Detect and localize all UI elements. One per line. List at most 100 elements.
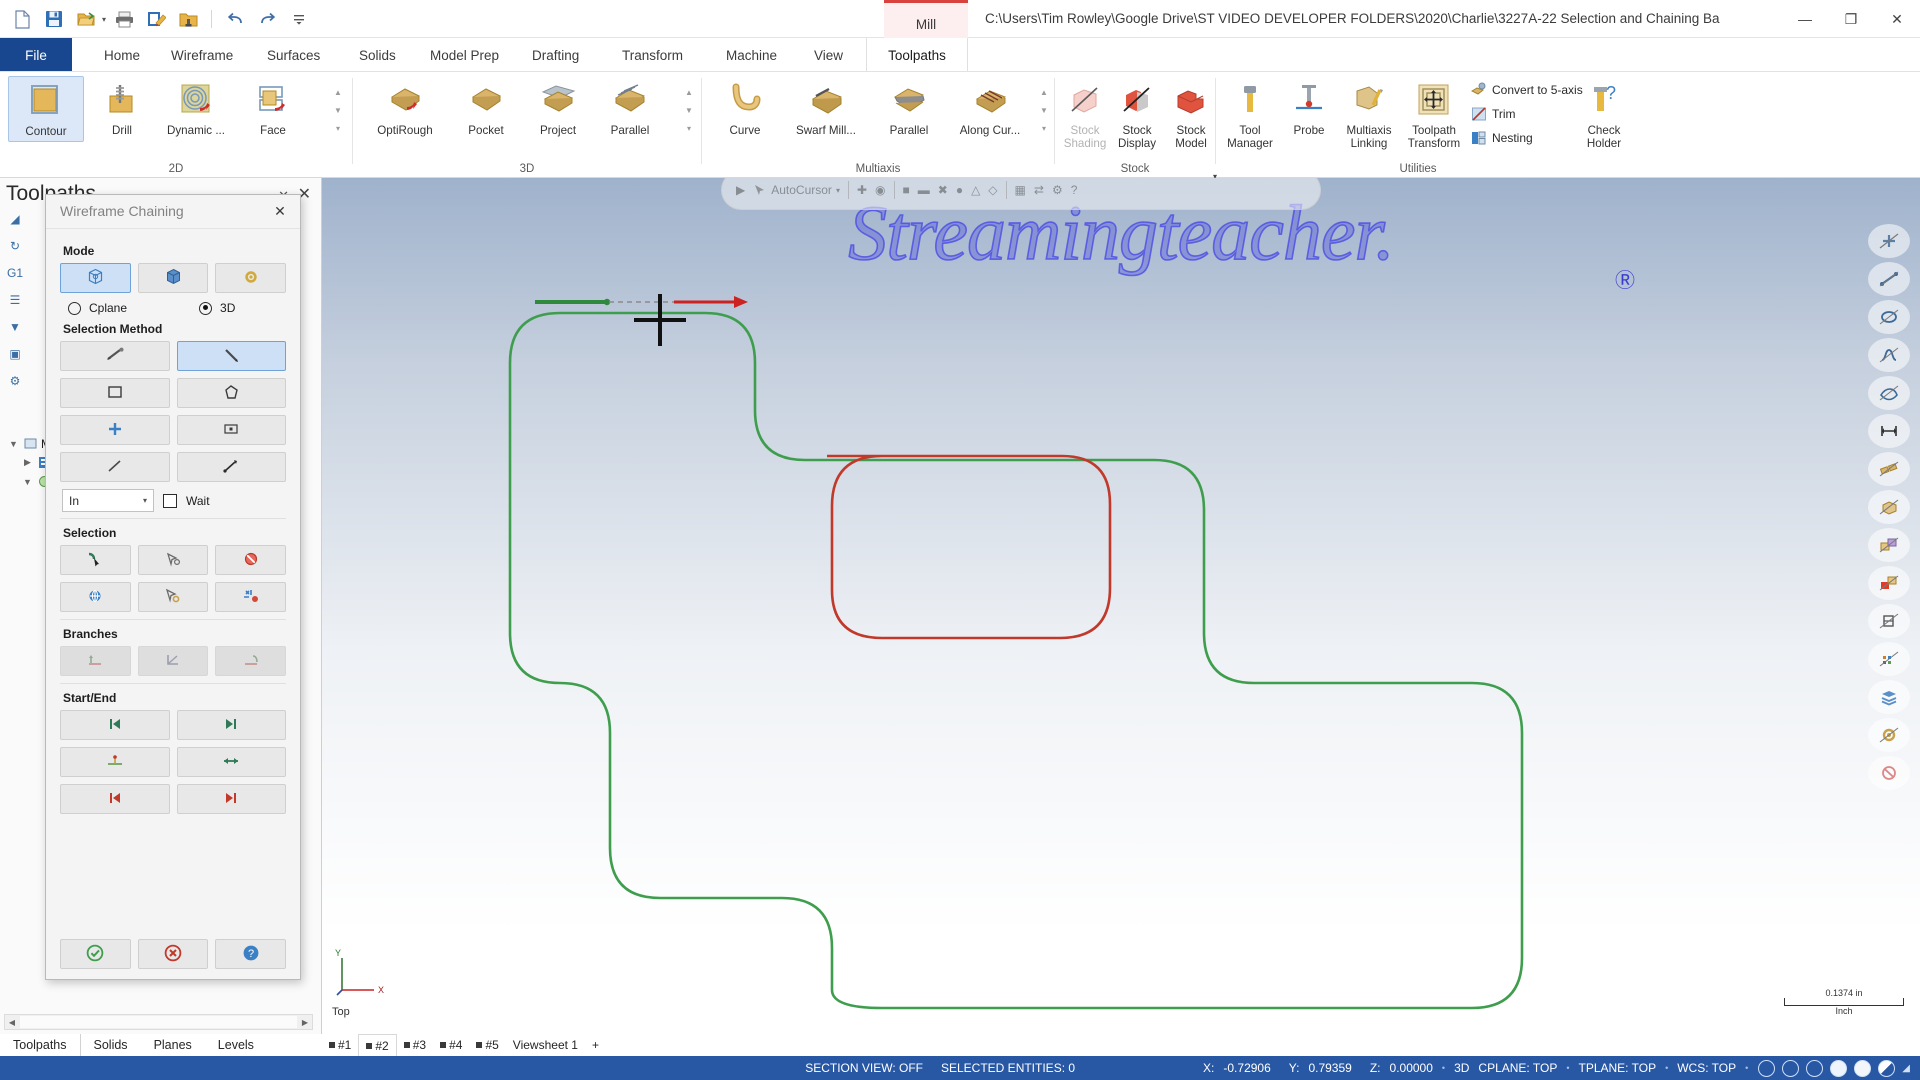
hidden-line-icon[interactable] <box>1782 1059 1800 1077</box>
3d-radio[interactable] <box>199 301 213 315</box>
status-cplane[interactable]: CPLANE: TOP <box>1478 1061 1566 1075</box>
viewsheet-tab-4[interactable]: #4 <box>433 1034 469 1056</box>
wireframe-chaining-close-icon[interactable]: ✕ <box>270 201 290 221</box>
ribbon-tab-transform[interactable]: Transform <box>608 38 697 72</box>
shaded-wire-icon[interactable] <box>1830 1059 1848 1077</box>
selection-all-button[interactable] <box>60 582 131 612</box>
ribbon-tab-view[interactable]: View <box>800 38 857 72</box>
viewsheet-tab-1[interactable]: #1 <box>322 1034 358 1056</box>
toolpath-pocket-button[interactable]: Pocket <box>453 76 519 140</box>
ribbon-tab-surfaces[interactable]: Surfaces <box>253 38 334 72</box>
method-chain-button[interactable] <box>60 341 170 371</box>
expand-icon[interactable]: ▶ <box>22 457 33 468</box>
viewsheet-add-button[interactable]: + <box>585 1034 606 1056</box>
material-icon[interactable] <box>1854 1059 1872 1077</box>
ok-button[interactable] <box>60 939 131 969</box>
undo-icon[interactable] <box>221 5 249 33</box>
toolpath-options-icon[interactable]: ⚙ <box>4 372 26 390</box>
ribbon-tab-model-prep[interactable]: Model Prep <box>416 38 513 72</box>
customize-icon[interactable] <box>285 5 313 33</box>
disable-icon[interactable] <box>1868 756 1910 790</box>
ribbon-tab-drafting[interactable]: Drafting <box>518 38 593 72</box>
method-vector-button[interactable] <box>60 452 170 482</box>
toolpath-parallel-multiaxis-button[interactable]: Parallel <box>876 76 942 140</box>
print-icon[interactable] <box>110 5 138 33</box>
graphics-viewport[interactable]: Streamingteacher. Ⓡ ▶ AutoCursor ▾ ✚ ◉ ■… <box>322 178 1920 1034</box>
open-dropdown-caret[interactable]: ▾ <box>102 15 106 24</box>
settings-gear-icon[interactable] <box>1868 718 1910 752</box>
expand-icon[interactable]: ▼ <box>22 477 33 487</box>
select-all-toolpaths-icon[interactable]: ◢ <box>4 210 26 228</box>
analyze-icon[interactable] <box>1868 642 1910 676</box>
toolpaths-panel-hscrollbar[interactable]: ◀ ▶ <box>4 1014 313 1030</box>
multiaxis-linking-button[interactable]: Multiaxis Linking <box>1338 76 1400 154</box>
stock-display-button[interactable]: Stock Display <box>1111 76 1163 154</box>
stock-shading-button[interactable]: Stock Shading <box>1059 76 1111 154</box>
shaded-icon[interactable] <box>1806 1059 1824 1077</box>
create-arc-icon[interactable] <box>1868 300 1910 334</box>
bottom-tab-levels[interactable]: Levels <box>205 1034 267 1056</box>
scrollbar-thumb[interactable] <box>20 1016 297 1028</box>
wait-checkbox[interactable] <box>163 493 177 508</box>
toolpath-dynamic-button[interactable]: Dynamic ... <box>158 76 234 140</box>
bottom-tab-solids[interactable]: Solids <box>81 1034 141 1056</box>
ribbon-tab-wireframe[interactable]: Wireframe <box>157 38 247 72</box>
trim-button[interactable]: Trim <box>1470 105 1516 122</box>
create-line-icon[interactable] <box>1868 262 1910 296</box>
mode-wireframe-button[interactable] <box>60 263 131 293</box>
levels-icon[interactable] <box>1868 680 1910 714</box>
spinner-more-icon[interactable]: ▾ <box>687 124 691 133</box>
start-step-back-button[interactable] <box>60 784 170 814</box>
close-button[interactable]: ✕ <box>1874 0 1920 38</box>
viewsheet-tab-5[interactable]: #5 <box>469 1034 505 1056</box>
cplane-radio[interactable] <box>68 301 81 315</box>
probe-button[interactable]: Probe <box>1282 76 1336 140</box>
method-partial-button[interactable] <box>176 452 286 482</box>
extrude-icon[interactable] <box>1868 490 1910 524</box>
redo-icon[interactable] <box>253 5 281 33</box>
method-area-button[interactable] <box>176 415 286 445</box>
spinner-up-icon[interactable]: ▲ <box>334 88 342 97</box>
ribbon-tab-solids[interactable]: Solids <box>345 38 410 72</box>
viewsheet-tab-2[interactable]: #2 <box>358 1034 397 1056</box>
toolpath-face-button[interactable]: Face <box>244 76 302 140</box>
toolpath-swarf-mill-button[interactable]: Swarf Mill... <box>782 76 870 140</box>
spinner-down-icon[interactable]: ▼ <box>685 106 693 115</box>
start-first-button[interactable] <box>60 710 170 740</box>
cancel-button[interactable] <box>137 939 209 969</box>
viewsheet-tab-3[interactable]: #3 <box>397 1034 433 1056</box>
end-step-forward-button[interactable] <box>176 784 286 814</box>
convert-to-5-axis-button[interactable]: Convert to 5-axis <box>1470 81 1583 98</box>
viewsheet-tab-named[interactable]: Viewsheet 1 <box>506 1034 585 1056</box>
spinner-down-icon[interactable]: ▼ <box>1040 106 1048 115</box>
status-wcs[interactable]: WCS: TOP <box>1668 1061 1745 1075</box>
translucency-icon[interactable] <box>1878 1059 1896 1077</box>
resize-grip-icon[interactable]: ◢ <box>1902 1063 1910 1074</box>
toolpath-transform-button[interactable]: Toolpath Transform <box>1402 76 1466 154</box>
toolpath-parallel-3d-button[interactable]: Parallel <box>597 76 663 140</box>
toolpath-curve-button[interactable]: Curve <box>714 76 776 140</box>
spinner-up-icon[interactable]: ▲ <box>685 88 693 97</box>
filter-toolpaths-icon[interactable]: ▼ <box>4 318 26 336</box>
toolpath-contour-button[interactable]: Contour <box>8 76 84 143</box>
status-tplane[interactable]: TPLANE: TOP <box>1569 1061 1665 1075</box>
spinner-down-icon[interactable]: ▼ <box>334 106 342 115</box>
toolpath-drill-button[interactable]: Drill <box>92 76 152 140</box>
dimension-icon[interactable] <box>1868 414 1910 448</box>
status-3d-toggle[interactable]: 3D <box>1445 1061 1478 1075</box>
bottom-tab-planes[interactable]: Planes <box>141 1034 205 1056</box>
selection-direction-combo[interactable]: In ▾ <box>62 489 154 512</box>
group-multiaxis-spinner[interactable]: ▲ ▼ ▾ <box>1038 88 1050 133</box>
minimize-button[interactable]: — <box>1782 0 1828 38</box>
toolpath-optirough-button[interactable]: OptiRough <box>363 76 447 140</box>
toolpath-along-curve-button[interactable]: Along Cur... <box>948 76 1032 140</box>
start-dynamic-button[interactable] <box>60 747 170 777</box>
create-surface-icon[interactable] <box>1868 376 1910 410</box>
selection-clear-button[interactable] <box>215 545 287 575</box>
ribbon-tab-file[interactable]: File <box>0 38 72 72</box>
toolpath-project-button[interactable]: Project <box>525 76 591 140</box>
wireframe-display-icon[interactable] <box>1758 1059 1776 1077</box>
post-toolpaths-icon[interactable]: G1 <box>4 264 26 282</box>
expand-icon[interactable]: ▼ <box>8 439 19 449</box>
ribbon-tab-home[interactable]: Home <box>90 38 154 72</box>
